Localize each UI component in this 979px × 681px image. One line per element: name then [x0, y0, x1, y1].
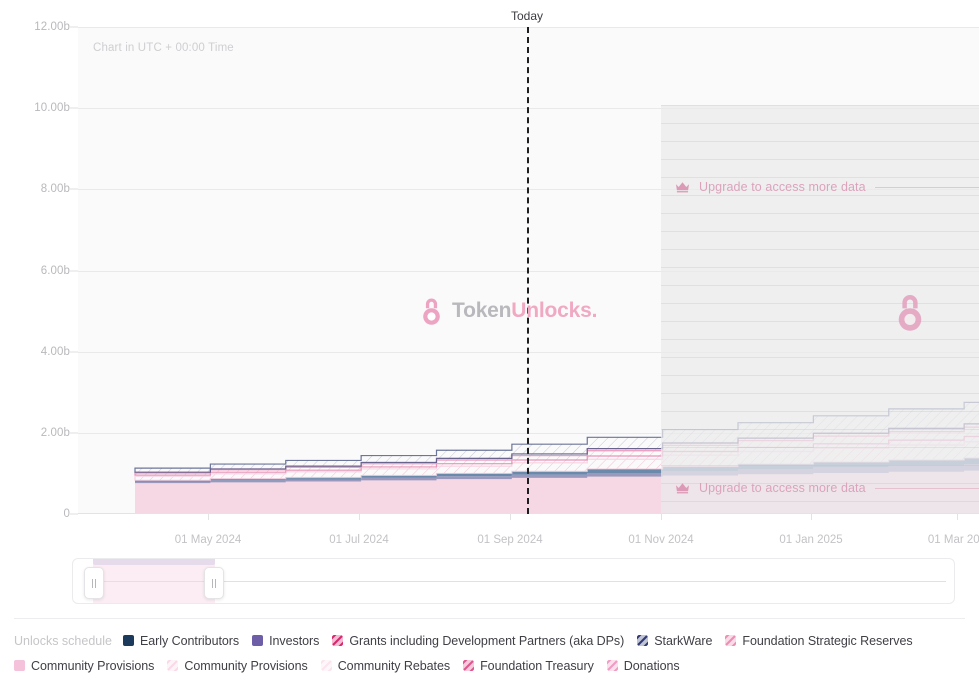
legend-row-1: Unlocks schedule Early Contributors Inves…: [14, 628, 969, 653]
x-axis-tick-mark: [661, 514, 662, 520]
y-axis-tick-label: 8.00b: [40, 183, 70, 196]
legend-swatch-hatch: [606, 660, 618, 671]
legend-swatch-hatch: [320, 660, 332, 671]
y-axis-tick-mark: [70, 188, 78, 190]
y-axis-tick-mark: [70, 107, 78, 109]
legend-item[interactable]: Early Contributors: [122, 633, 240, 648]
y-axis-tick-label: 4.00b: [40, 345, 70, 358]
x-axis-tick-mark: [359, 514, 360, 520]
legend-swatch-hatch: [637, 635, 649, 646]
range-slider-handle-right[interactable]: [204, 567, 224, 599]
legend-item[interactable]: Investors: [252, 634, 319, 648]
legend-item[interactable]: Donations: [606, 658, 680, 673]
legend-item-label: Grants including Development Partners (a…: [349, 633, 625, 648]
grip-line: [95, 578, 96, 588]
legend-swatch: [14, 660, 25, 671]
legend-swatch: [637, 635, 649, 646]
y-axis-tick-mark: [70, 26, 78, 28]
legend-divider: [14, 618, 965, 619]
legend-item[interactable]: Grants including Development Partners (a…: [332, 634, 624, 648]
x-axis-tick-label: 01 Sep 2024: [477, 534, 543, 546]
legend-swatch: [463, 660, 475, 671]
legend-swatch: [252, 635, 264, 646]
legend-swatch: [167, 660, 179, 671]
x-axis-tick-label: 01 Nov 2024: [628, 534, 694, 546]
legend-swatch: [122, 635, 134, 646]
grip-line: [212, 578, 213, 588]
x-axis-tick-mark: [208, 514, 209, 520]
legend: Unlocks schedule Early Contributors Inves…: [14, 628, 969, 678]
y-axis-tick-label: 10.00b: [34, 102, 70, 115]
legend-item[interactable]: Community Rebates: [320, 658, 451, 673]
x-axis-tick-label: 01 Jan 2025: [779, 534, 843, 546]
legend-row-2: Community Provisions Community Provisions…: [14, 653, 969, 678]
today-marker-line: [527, 27, 529, 514]
y-axis-tick-label: 12.00b: [34, 21, 70, 33]
legend-item-label: Foundation Treasury: [480, 658, 594, 673]
y-axis-tick-mark: [70, 513, 78, 515]
legend-swatch-hatch: [463, 660, 475, 671]
legend-item-label: Investors: [269, 633, 320, 648]
y-axis-tick-mark: [70, 351, 78, 353]
y-axis-tick-mark: [70, 270, 78, 271]
y-axis-tick-label: 2.00b: [40, 426, 70, 439]
legend-item[interactable]: StarkWare: [637, 634, 712, 648]
x-axis-tick-label: 01 May 2024: [174, 534, 242, 546]
range-slider-handle-left[interactable]: [84, 567, 104, 599]
legend-item[interactable]: Community Provisions: [167, 658, 308, 673]
legend-item-label: Foundation Strategic Reserves: [742, 633, 913, 648]
grip-line: [92, 578, 93, 588]
range-slider[interactable]: [72, 558, 955, 604]
legend-item[interactable]: Community Provisions: [14, 659, 154, 673]
legend-item-label: Community Rebates: [337, 658, 451, 673]
legend-item-label: Community Provisions: [31, 658, 155, 673]
x-axis-tick-mark: [510, 514, 511, 520]
legend-item-label: Donations: [623, 658, 680, 673]
legend-item[interactable]: Foundation Treasury: [463, 659, 594, 673]
x-axis-tick-mark: [811, 514, 812, 520]
utc-note: Chart in UTC + 00:00 Time: [93, 42, 234, 54]
legend-item-label: Early Contributors: [139, 633, 240, 648]
x-axis-tick-label: 01 Jul 2024: [329, 534, 389, 546]
x-axis-tick-mark: [957, 514, 958, 520]
legend-swatch: [320, 660, 332, 671]
legend-swatch-hatch: [332, 635, 344, 646]
legend-title: Unlocks schedule: [14, 633, 112, 648]
today-marker-label: Today: [510, 9, 544, 23]
y-axis-tick-mark: [70, 432, 78, 434]
legend-swatch: [332, 635, 344, 646]
x-axis-tick-label: 01 Mar 202: [927, 534, 979, 546]
chart-frame: 12.00b10.00b8.00b6.00b4.00b2.00b0: [0, 0, 979, 618]
legend-item-label: Community Provisions: [184, 658, 308, 673]
token-unlocks-chart-page: 12.00b10.00b8.00b6.00b4.00b2.00b0: [0, 0, 979, 681]
grip-line: [215, 578, 216, 588]
legend-swatch: [606, 660, 618, 671]
y-axis-tick-label: 6.00b: [40, 264, 70, 277]
legend-item[interactable]: Foundation Strategic Reserves: [725, 633, 913, 648]
legend-item-label: StarkWare: [654, 633, 713, 648]
legend-swatch-hatch: [167, 660, 179, 671]
legend-swatch: [725, 635, 737, 646]
legend-swatch-hatch: [725, 635, 737, 646]
